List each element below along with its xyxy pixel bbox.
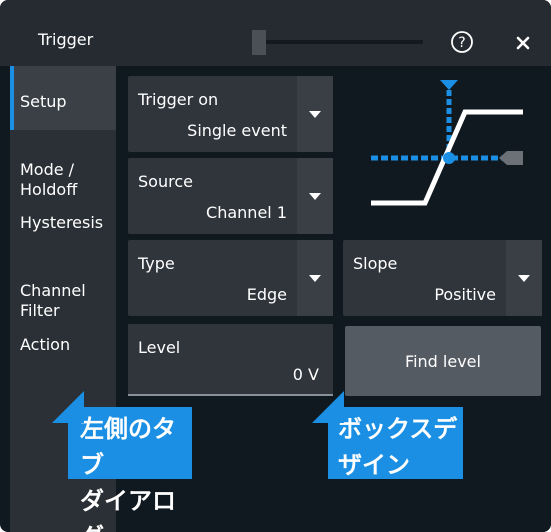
trigger-on-dropdown-button[interactable] bbox=[297, 76, 333, 152]
sidebar-item-label: Setup bbox=[20, 92, 67, 111]
source-label: Source bbox=[138, 172, 193, 191]
type-dropdown[interactable]: Type Edge bbox=[128, 240, 333, 316]
sidebar-item-label: Action bbox=[20, 335, 71, 354]
svg-text:?: ? bbox=[458, 35, 465, 51]
sidebar-item-action[interactable]: Action bbox=[10, 335, 116, 355]
transparency-slider-thumb[interactable] bbox=[252, 30, 266, 55]
type-value: Edge bbox=[246, 285, 287, 304]
sidebar-item-label: Hysteresis bbox=[20, 213, 104, 232]
slope-label: Slope bbox=[353, 254, 398, 273]
source-dropdown[interactable]: Source Channel 1 bbox=[128, 158, 333, 234]
trigger-dialog: Trigger ? Setup Mode / Holdoff Hysteresi… bbox=[0, 0, 551, 532]
sidebar-item-channel-filter[interactable]: Channel Filter bbox=[10, 261, 116, 321]
left-callout-pointer bbox=[52, 391, 84, 423]
level-field[interactable]: Level 0 V bbox=[128, 324, 333, 396]
source-value: Channel 1 bbox=[206, 203, 287, 222]
chevron-down-icon bbox=[518, 275, 530, 282]
chevron-down-icon bbox=[309, 111, 321, 118]
trigger-on-label: Trigger on bbox=[138, 90, 219, 109]
slope-dropdown[interactable]: Slope Positive bbox=[343, 240, 542, 316]
left-tab-dialog-callout: 左側のタブ ダイアログ bbox=[68, 407, 192, 532]
slope-value: Positive bbox=[434, 285, 496, 304]
sidebar-item-setup[interactable]: Setup bbox=[10, 66, 116, 130]
close-icon[interactable] bbox=[509, 32, 539, 62]
help-circle-icon[interactable]: ? bbox=[447, 30, 477, 60]
chevron-down-icon bbox=[309, 193, 321, 200]
source-dropdown-button[interactable] bbox=[297, 158, 333, 234]
right-callout-pointer bbox=[312, 391, 344, 423]
type-dropdown-button[interactable] bbox=[297, 240, 333, 316]
sidebar-item-hysteresis[interactable]: Hysteresis bbox=[10, 213, 116, 233]
sidebar-item-mode-holdoff[interactable]: Mode / Holdoff bbox=[10, 140, 116, 200]
level-value: 0 V bbox=[292, 365, 319, 384]
transparency-slider-track[interactable] bbox=[266, 40, 423, 44]
trigger-on-value: Single event bbox=[187, 121, 287, 140]
type-label: Type bbox=[138, 254, 175, 273]
sidebar-item-label: Channel Filter bbox=[20, 281, 86, 320]
level-label: Level bbox=[138, 338, 181, 357]
box-design-callout: ボックスデ ザイン bbox=[328, 407, 463, 479]
dialog-title: Trigger bbox=[38, 30, 94, 49]
level-field-underline bbox=[128, 394, 333, 396]
trigger-on-dropdown[interactable]: Trigger on Single event bbox=[128, 76, 333, 152]
dialog-titlebar: Trigger ? bbox=[0, 0, 551, 66]
slope-dropdown-button[interactable] bbox=[506, 240, 542, 316]
chevron-down-icon bbox=[309, 275, 321, 282]
trigger-edge-diagram bbox=[371, 80, 523, 206]
active-tab-indicator bbox=[10, 66, 14, 130]
sidebar-item-label: Mode / Holdoff bbox=[20, 160, 78, 199]
find-level-button[interactable]: Find level bbox=[345, 326, 541, 396]
